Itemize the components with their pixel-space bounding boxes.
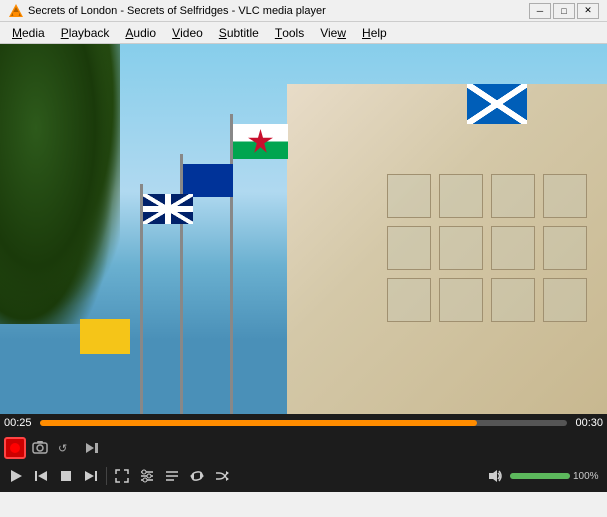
flag-union [143, 194, 193, 224]
progress-area: 00:25 00:30 [0, 414, 607, 432]
menu-video[interactable]: Video [164, 22, 211, 43]
next-frame-icon [84, 440, 100, 456]
stop-icon [58, 468, 74, 484]
menu-tools[interactable]: Tools [267, 22, 312, 43]
menu-audio[interactable]: Audio [117, 22, 164, 43]
time-current: 00:25 [4, 417, 36, 429]
flagpole-1 [230, 114, 233, 414]
fullscreen-icon [114, 468, 130, 484]
play-button[interactable] [4, 464, 28, 488]
window-cell [387, 174, 431, 218]
window-cell [387, 226, 431, 270]
window-cell [439, 278, 483, 322]
flag-scotland [467, 84, 527, 124]
progress-bar[interactable] [40, 420, 567, 426]
window-cell [439, 174, 483, 218]
title-bar: Secrets of London - Secrets of Selfridge… [0, 0, 607, 22]
menu-view[interactable]: View [312, 22, 354, 43]
loop-ab-button[interactable]: ↺ [54, 436, 78, 460]
window-cell [491, 226, 535, 270]
window-cell [543, 174, 587, 218]
volume-button[interactable] [483, 464, 507, 488]
controls-divider [106, 467, 107, 485]
controls-row2: 100% [4, 462, 603, 490]
previous-icon [33, 468, 49, 484]
volume-bar[interactable] [510, 473, 570, 479]
stop-button[interactable] [54, 464, 78, 488]
flag-eu [183, 164, 233, 197]
controls-panel: ↺ [0, 432, 607, 492]
maximize-button[interactable]: □ [553, 3, 575, 19]
record-button[interactable] [4, 437, 26, 459]
time-total: 00:30 [571, 417, 603, 429]
previous-button[interactable] [29, 464, 53, 488]
random-button[interactable] [210, 464, 234, 488]
snapshot-button[interactable] [28, 436, 52, 460]
menu-media[interactable]: Media [4, 22, 53, 43]
flagpole-2 [180, 154, 183, 414]
next-frame-button[interactable] [80, 436, 104, 460]
window-cell [491, 174, 535, 218]
progress-bar-fill [40, 420, 477, 426]
controls-left [4, 464, 234, 488]
snapshot-icon [32, 440, 48, 456]
window-cell [543, 278, 587, 322]
controls-row1: ↺ [4, 434, 603, 462]
volume-percent: 100% [573, 471, 603, 482]
loop-ab-icon: ↺ [58, 440, 74, 456]
close-button[interactable]: ✕ [577, 3, 599, 19]
flagpole-3 [140, 184, 143, 414]
playlist-icon [164, 468, 180, 484]
flag-yellow [80, 319, 130, 354]
window-title: Secrets of London - Secrets of Selfridge… [28, 5, 529, 17]
record-dot [10, 443, 20, 453]
volume-icon [487, 468, 503, 484]
fullscreen-button[interactable] [110, 464, 134, 488]
next-icon [83, 468, 99, 484]
minimize-button[interactable]: ─ [529, 3, 551, 19]
play-icon [8, 468, 24, 484]
volume-area: 100% [483, 464, 603, 488]
svg-text:↺: ↺ [58, 443, 67, 455]
window-cell [491, 278, 535, 322]
flag-welsh [233, 124, 288, 159]
menu-help[interactable]: Help [354, 22, 395, 43]
vlc-icon [8, 3, 24, 19]
trees [0, 44, 120, 324]
extended-icon [139, 468, 155, 484]
window-cell [543, 226, 587, 270]
building-windows [387, 174, 587, 374]
window-controls: ─ □ ✕ [529, 3, 599, 19]
playlist-button[interactable] [160, 464, 184, 488]
building [287, 84, 607, 414]
volume-bar-fill [510, 473, 570, 479]
window-cell [387, 278, 431, 322]
loop-icon [189, 468, 205, 484]
video-background [0, 44, 607, 414]
next-button[interactable] [79, 464, 103, 488]
extended-button[interactable] [135, 464, 159, 488]
video-area[interactable] [0, 44, 607, 414]
window-cell [439, 226, 483, 270]
menu-subtitle[interactable]: Subtitle [211, 22, 267, 43]
loop-button[interactable] [185, 464, 209, 488]
random-icon [214, 468, 230, 484]
menu-bar: Media Playback Audio Video Subtitle Tool… [0, 22, 607, 44]
menu-playback[interactable]: Playback [53, 22, 118, 43]
